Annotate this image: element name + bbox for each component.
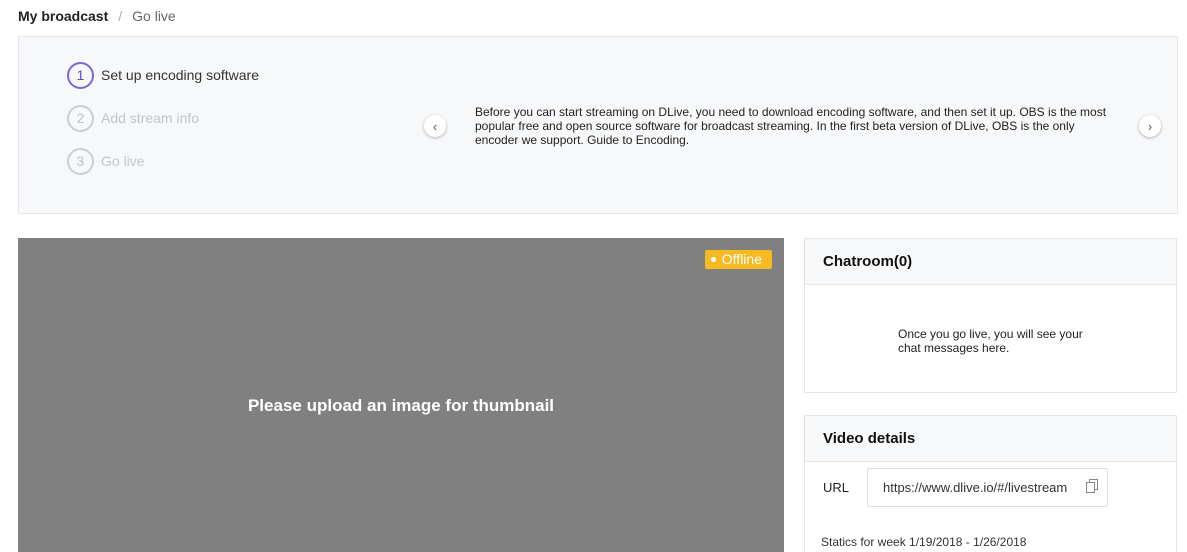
status-badge-label: Offline [721,251,762,267]
step-number: 2 [67,104,94,132]
url-row: URL https://www.dlive.io/#/livestream [823,468,1108,507]
chevron-left-icon: ‹ [432,118,438,134]
chatroom-title: Chatroom(0) [805,239,1176,285]
setup-panel: 1 Set up encoding software 2 Add stream … [18,36,1178,214]
setup-description: Before you can start streaming on DLive,… [475,105,1107,147]
thumbnail-placeholder: Please upload an image for thumbnail [247,396,555,415]
url-label: URL [823,480,850,495]
step-add-stream-info[interactable]: 2 Add stream info [67,104,259,132]
video-details-panel: Video details URL https://www.dlive.io/#… [804,415,1177,552]
step-set-up-encoding[interactable]: 1 Set up encoding software [67,61,259,89]
breadcrumb-separator: / [118,8,123,24]
steps-list: 1 Set up encoding software 2 Add stream … [67,61,259,190]
prev-slide-button[interactable]: ‹ [424,115,446,137]
video-preview: Offline Please upload an image for thumb… [18,238,784,552]
chevron-right-icon: › [1147,118,1153,134]
step-label: Add stream info [101,110,200,126]
step-number: 1 [67,61,94,89]
copy-icon[interactable] [1086,479,1098,493]
step-label: Set up encoding software [101,67,259,83]
breadcrumb-go-live: Go live [132,8,176,24]
step-go-live[interactable]: 3 Go live [67,147,259,175]
url-field[interactable]: https://www.dlive.io/#/livestream [867,468,1108,507]
step-label: Go live [101,153,145,169]
next-slide-button[interactable]: › [1139,115,1161,137]
breadcrumb: My broadcast / Go live [18,8,176,24]
url-value[interactable]: https://www.dlive.io/#/livestream [883,480,1078,495]
chatroom-panel: Chatroom(0) Once you go live, you will s… [804,238,1177,393]
chatroom-empty-message: Once you go live, you will see your chat… [898,327,1083,355]
status-dot-icon [710,256,716,262]
status-badge: Offline [704,250,772,269]
step-number: 3 [67,147,94,175]
weekly-stats-label: Statics for week 1/19/2018 - 1/26/2018 [821,535,1027,549]
video-details-title: Video details [805,416,1176,462]
breadcrumb-my-broadcast[interactable]: My broadcast [18,8,108,24]
